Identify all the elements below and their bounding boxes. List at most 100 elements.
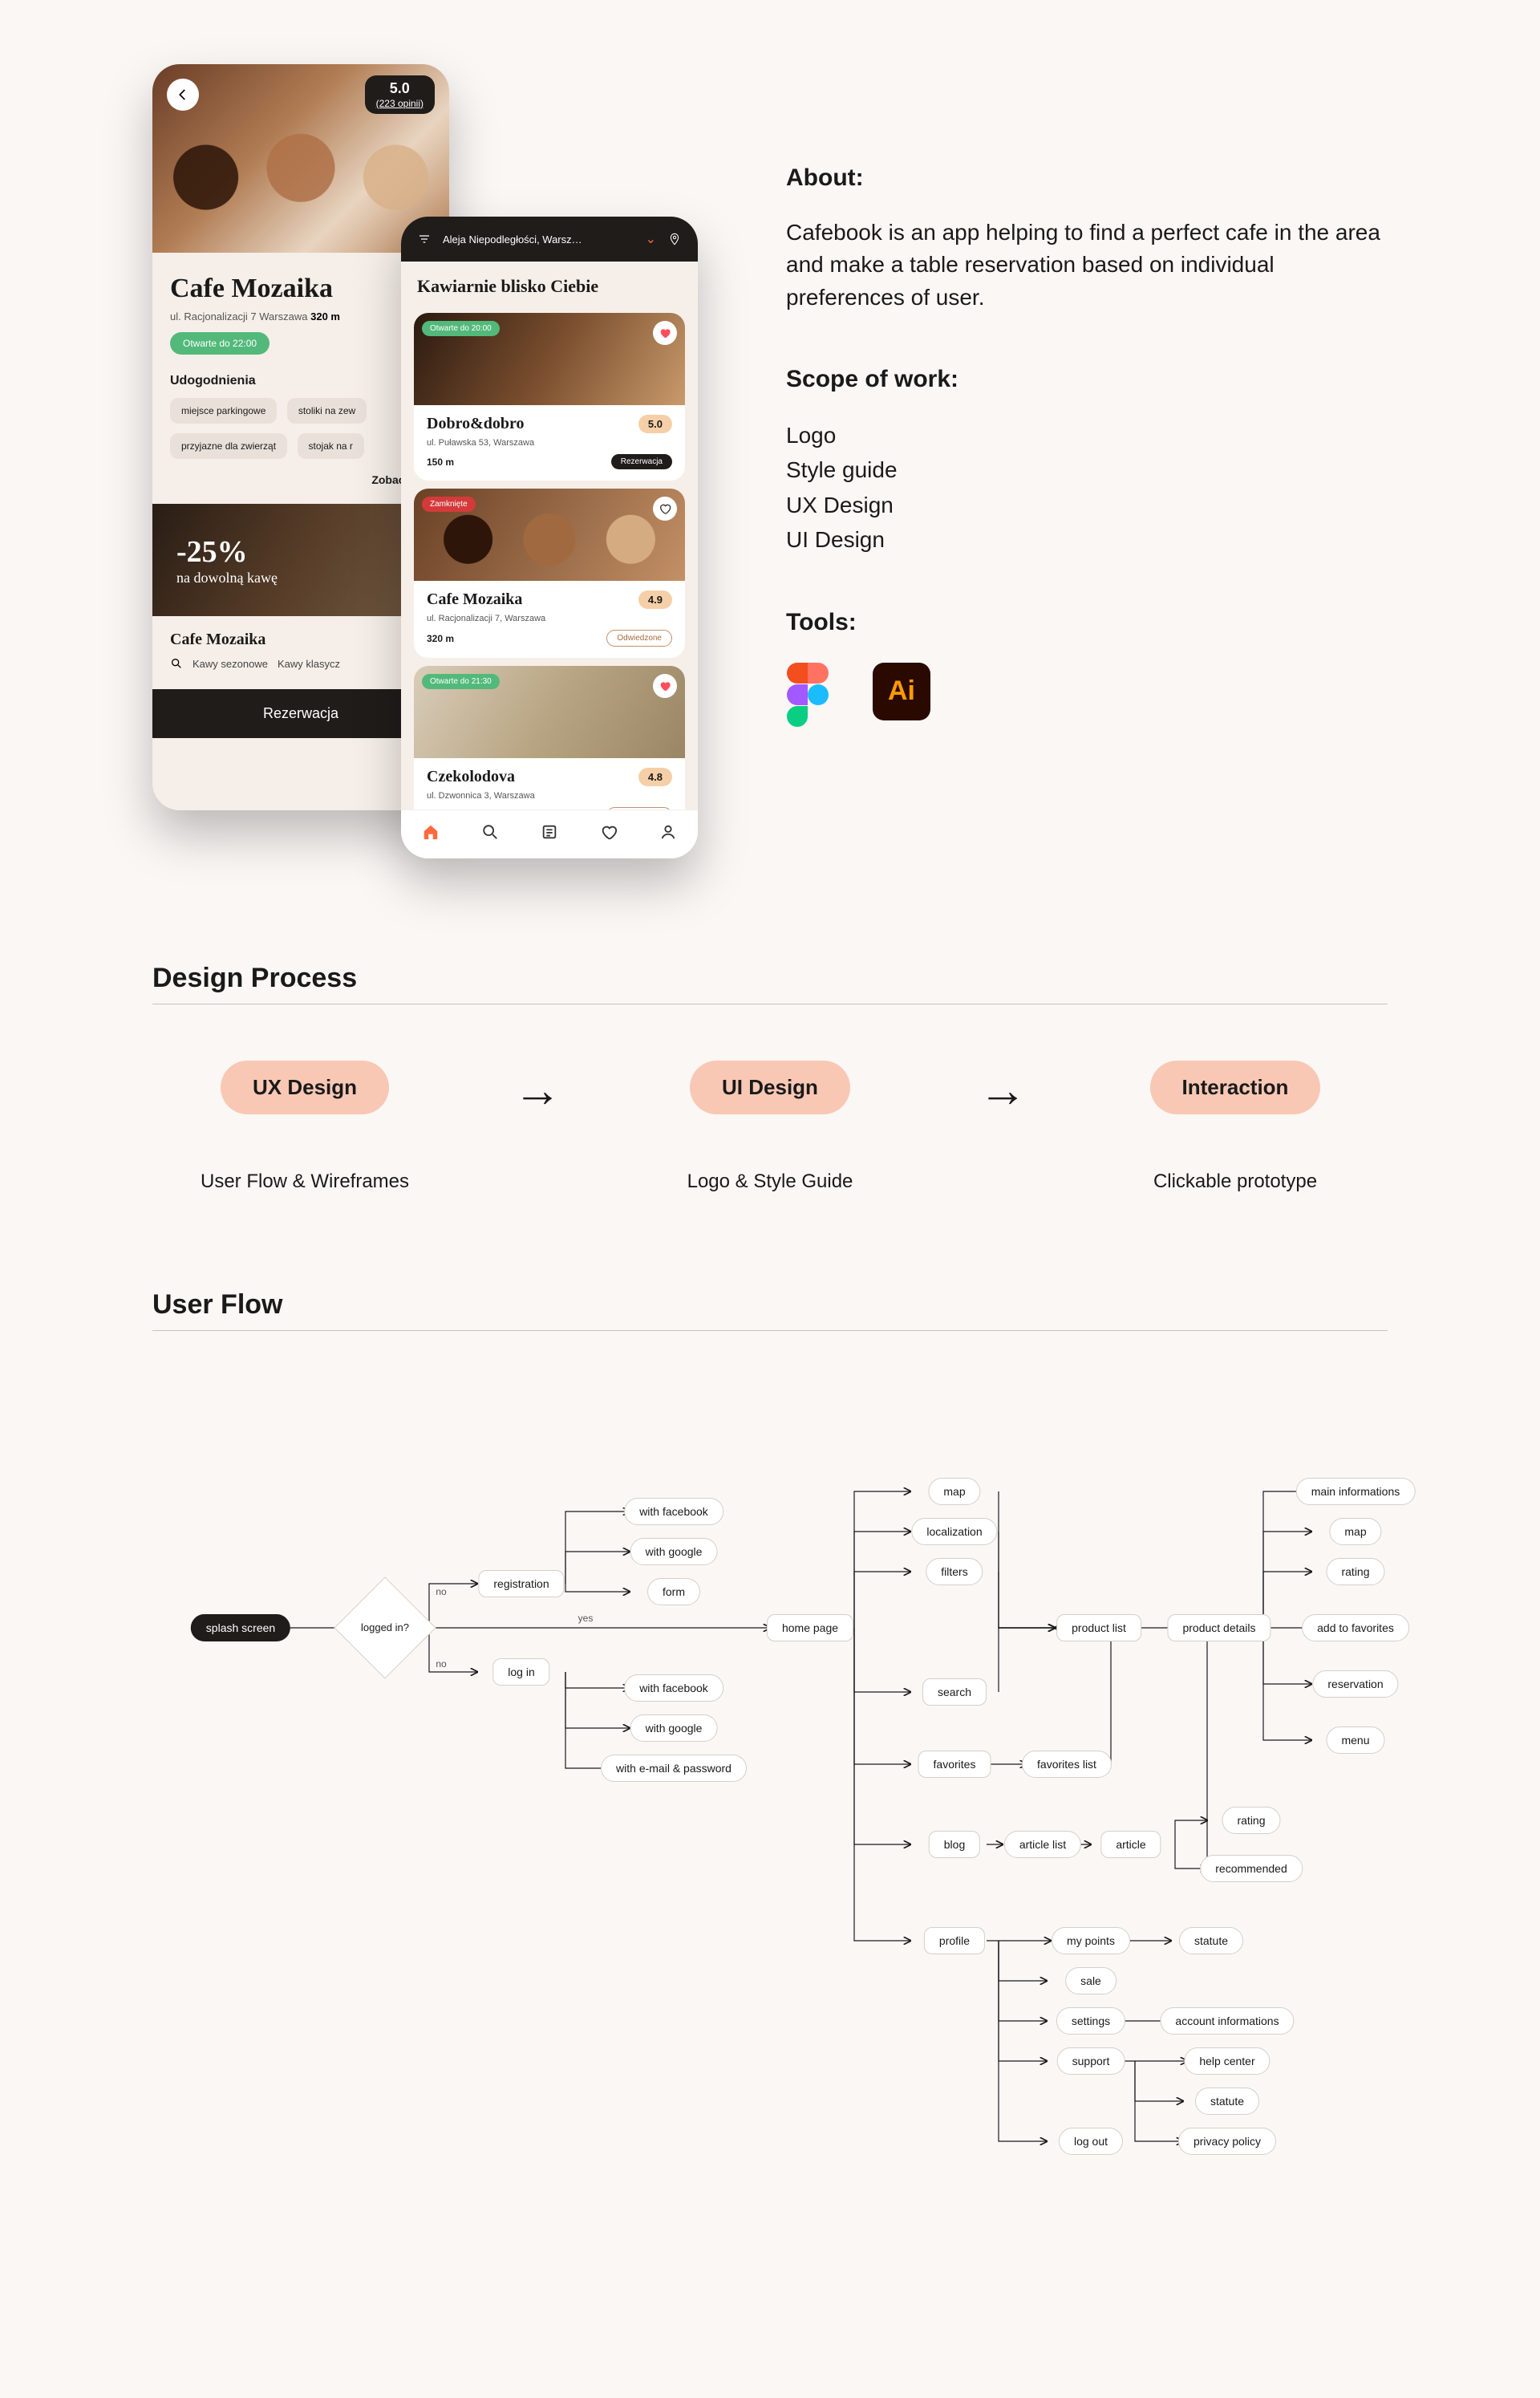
flow-node: settings xyxy=(1056,2007,1125,2035)
cafe-image: Otwarte do 20:00 xyxy=(414,313,685,405)
nav-profile-icon[interactable] xyxy=(659,823,677,846)
amenity-tag[interactable]: stojak na r xyxy=(298,433,364,459)
flow-node: my points xyxy=(1052,1927,1130,1954)
cafe-address: ul. Dzwonnica 3, Warszawa xyxy=(427,791,672,801)
user-flow-heading: User Flow xyxy=(152,1289,1388,1321)
flow-node: sale xyxy=(1065,1967,1116,1994)
location-bar[interactable]: Aleja Niepodległości, Warsz… ⌄ xyxy=(401,217,698,262)
cafe-address: ul. Puławska 53, Warszawa xyxy=(427,438,672,448)
favorite-button[interactable] xyxy=(653,674,677,698)
flow-label: no xyxy=(436,1658,446,1670)
about-column: About: Cafebook is an app helping to fin… xyxy=(786,64,1388,720)
amenity-tag[interactable]: przyjazne dla zwierząt xyxy=(170,433,287,459)
flow-node: with facebook xyxy=(624,1498,723,1525)
flow-node: splash screen xyxy=(191,1614,290,1641)
flow-node: registration xyxy=(478,1570,564,1597)
cafe-name: Czekolodova xyxy=(427,768,515,786)
open-status-pill: Otwarte do 22:00 xyxy=(170,332,270,355)
flow-node: with google xyxy=(630,1538,718,1565)
divider xyxy=(152,1330,1388,1331)
nav-news-icon[interactable] xyxy=(541,823,558,846)
scope-heading: Scope of work: xyxy=(786,362,1388,397)
see-more-link[interactable]: Zobacz wię xyxy=(170,473,432,486)
flow-node: blog xyxy=(929,1831,980,1858)
amenity-tag[interactable]: stoliki na zew xyxy=(287,398,367,424)
flow-label: no xyxy=(436,1586,446,1597)
back-button[interactable] xyxy=(167,79,199,111)
favorite-button[interactable] xyxy=(653,497,677,521)
flow-node: log in xyxy=(492,1658,549,1686)
dp-step-caption: User Flow & Wireframes xyxy=(184,1171,425,1193)
amenity-tag[interactable]: miejsce parkingowe xyxy=(170,398,277,424)
flow-node: log out xyxy=(1059,2128,1123,2155)
filter-icon[interactable] xyxy=(417,232,432,246)
status-chip[interactable]: Odwiedzone xyxy=(606,630,672,647)
flow-node: add to favorites xyxy=(1302,1614,1409,1641)
flow-node: with facebook xyxy=(624,1674,723,1702)
bottom-nav xyxy=(401,809,698,858)
flow-node: statute xyxy=(1195,2088,1259,2115)
flow-node: reservation xyxy=(1312,1670,1398,1698)
dp-step-pill: Interaction xyxy=(1150,1061,1321,1114)
flow-node: with e-mail & password xyxy=(601,1755,747,1782)
about-text: Cafebook is an app helping to find a per… xyxy=(786,217,1388,314)
nav-favorites-icon[interactable] xyxy=(600,823,618,846)
cafe-address: ul. Racjonalizacji 7, Warszawa xyxy=(427,614,672,623)
flow-node: privacy policy xyxy=(1178,2128,1276,2155)
flow-node: recommended xyxy=(1200,1855,1303,1882)
flow-node: form xyxy=(647,1578,700,1605)
rating-chip: 4.9 xyxy=(638,590,672,609)
flow-node: menu xyxy=(1326,1726,1384,1754)
search-icon xyxy=(170,657,183,670)
distance: 150 m xyxy=(427,456,454,468)
flow-node: help center xyxy=(1184,2047,1270,2075)
promo-cafe-name: Cafe Mozaika xyxy=(170,631,432,649)
flow-node: with google xyxy=(630,1714,718,1742)
status-chip[interactable]: Rezerwacja xyxy=(611,454,672,469)
cafe-image: Otwarte do 21:30 xyxy=(414,666,685,758)
cafe-name: Cafe Mozaika xyxy=(427,590,522,609)
distance: 320 m xyxy=(427,633,454,644)
flow-node: map xyxy=(928,1478,980,1505)
dp-step-caption: Logo & Style Guide xyxy=(650,1171,890,1193)
nav-home-icon[interactable] xyxy=(422,823,440,846)
flow-node: favorites list xyxy=(1022,1751,1112,1778)
amenities-heading: Udogodnienia xyxy=(170,374,432,388)
map-pin-icon[interactable] xyxy=(667,232,682,246)
design-process-row: UX Design User Flow & Wireframes → UI De… xyxy=(152,1061,1388,1193)
arrow-left-icon xyxy=(176,87,190,102)
phone-list-screen: Aleja Niepodległości, Warsz… ⌄ Kawiarnie… xyxy=(401,217,698,858)
flow-node: map xyxy=(1329,1518,1381,1545)
cafe-image: Zamknięte xyxy=(414,489,685,581)
flow-node: localization xyxy=(911,1518,997,1545)
flow-node: search xyxy=(922,1678,987,1706)
arrow-right-icon: → xyxy=(962,1062,1043,1118)
cafe-card[interactable]: Otwarte do 20:00 Dobro&dobro 5.0 ul. Puł… xyxy=(414,313,685,481)
flow-node: article xyxy=(1100,1831,1161,1858)
flow-node: profile xyxy=(924,1927,985,1954)
design-process-heading: Design Process xyxy=(152,963,1388,994)
rating-badge[interactable]: 5.0 (223 opinii) xyxy=(365,75,435,114)
flow-node: rating xyxy=(1222,1807,1280,1834)
scope-list: Logo Style guide UX Design UI Design xyxy=(786,418,1388,558)
status-badge: Otwarte do 21:30 xyxy=(422,674,500,689)
cafe-name: Dobro&dobro xyxy=(427,415,525,433)
list-heading: Kawiarnie blisko Ciebie xyxy=(401,262,698,305)
flow-node: account informations xyxy=(1160,2007,1294,2035)
flow-node: product list xyxy=(1056,1614,1141,1641)
flow-node: rating xyxy=(1326,1558,1384,1585)
cafe-address: ul. Racjonalizacji 7 Warszawa 320 m xyxy=(170,310,432,323)
status-badge: Otwarte do 20:00 xyxy=(422,321,500,336)
tools-heading: Tools: xyxy=(786,605,1388,640)
flow-node: filters xyxy=(926,1558,983,1585)
flow-label: yes xyxy=(578,1613,594,1624)
cafe-card[interactable]: Zamknięte Cafe Mozaika 4.9 ul. Racjonali… xyxy=(414,489,685,658)
chevron-down-icon: ⌄ xyxy=(646,231,656,247)
nav-search-icon[interactable] xyxy=(481,823,499,846)
user-flow-diagram: splash screenlogged in?registrationlog i… xyxy=(152,1387,1404,2238)
flow-node: support xyxy=(1057,2047,1125,2075)
about-heading: About: xyxy=(786,160,1388,196)
rating-chip: 4.8 xyxy=(638,768,672,786)
dp-step-caption: Clickable prototype xyxy=(1115,1171,1356,1193)
favorite-button[interactable] xyxy=(653,321,677,345)
